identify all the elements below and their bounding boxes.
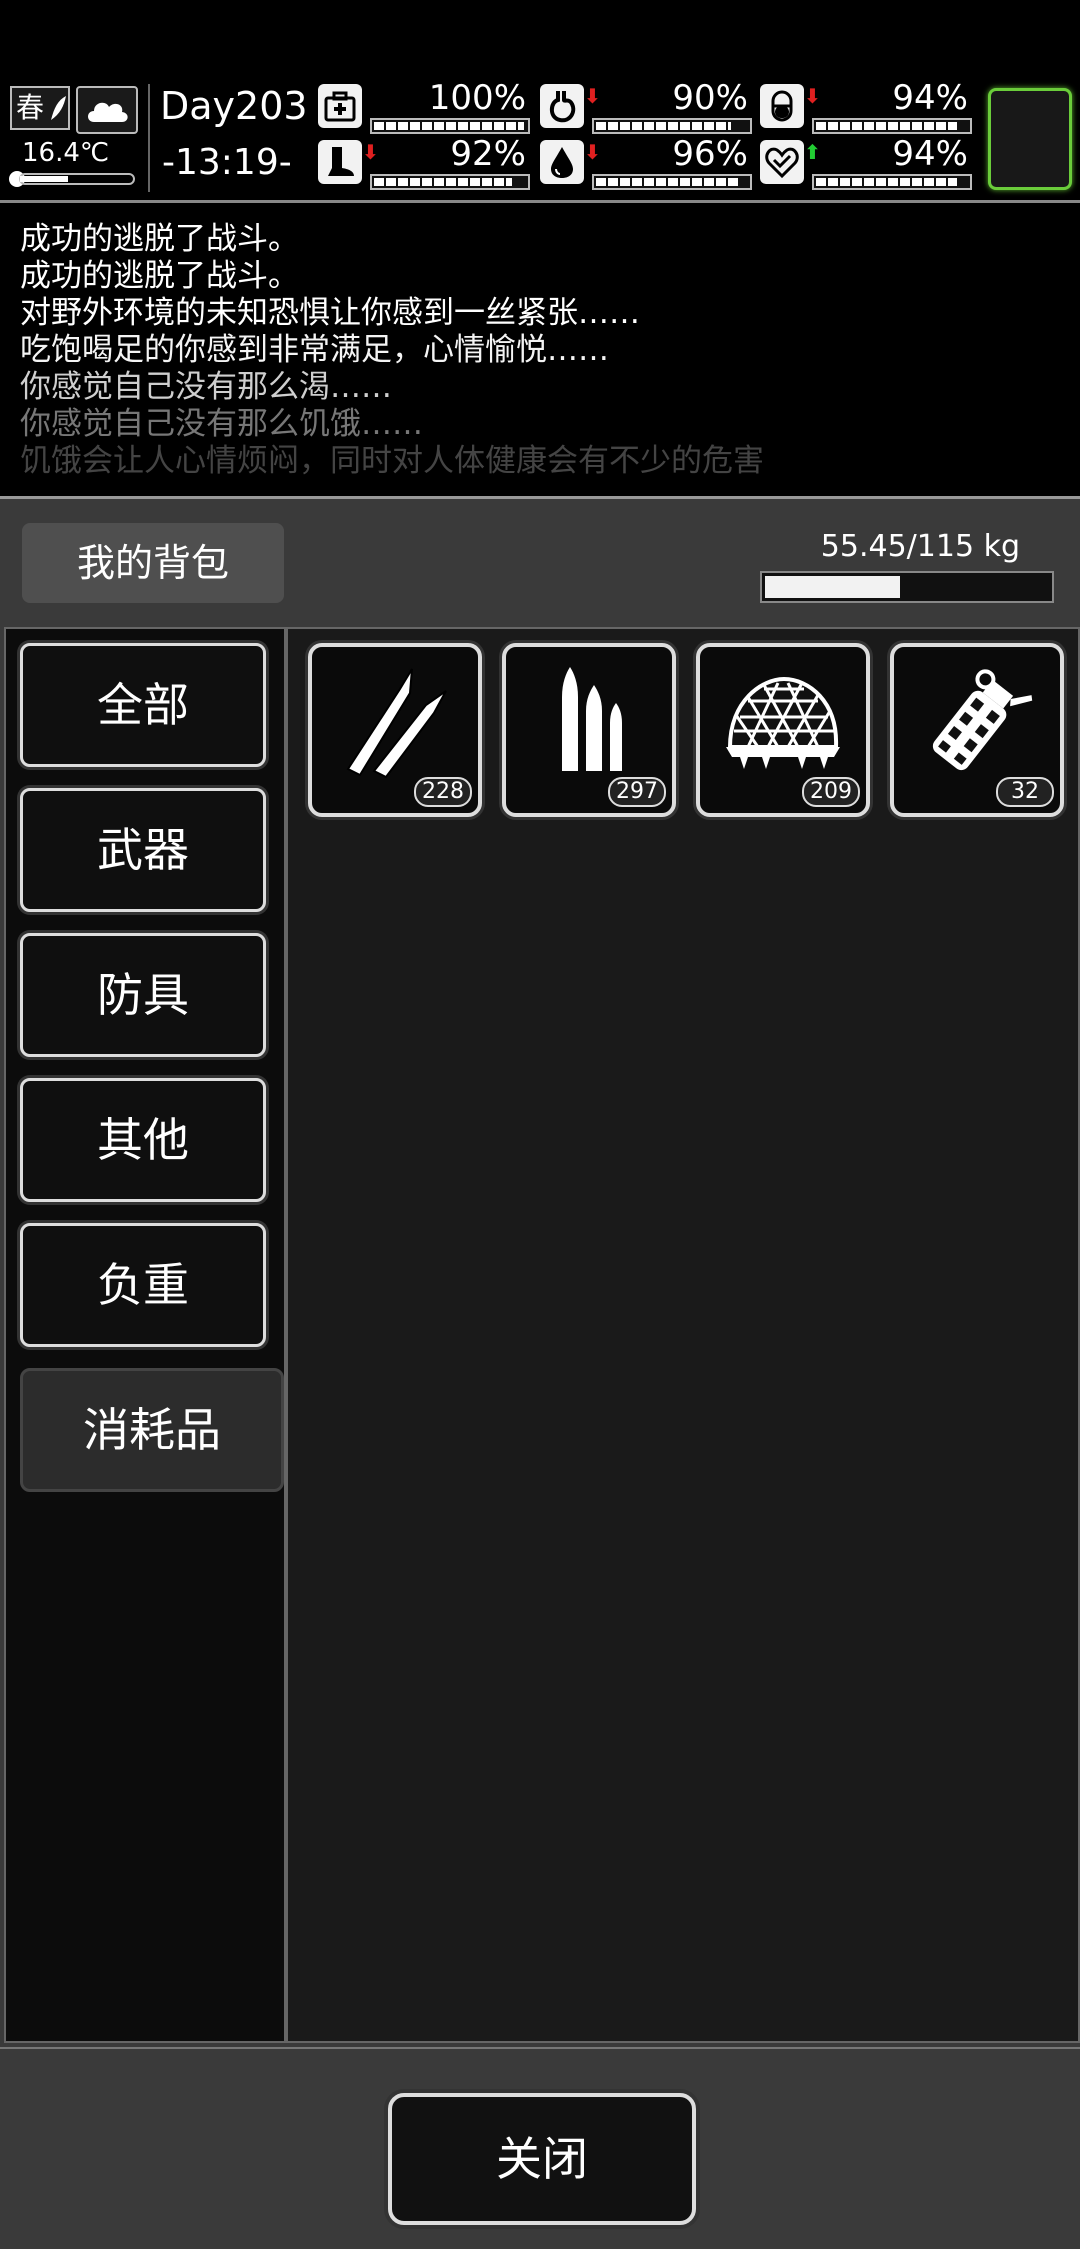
- category-tab-consumables[interactable]: 消耗品: [20, 1368, 284, 1492]
- heart-icon: [760, 140, 804, 184]
- stat-thirst: ⬇ 96%: [540, 134, 758, 190]
- stat-stamina: ⬇ 92%: [318, 134, 536, 190]
- water-drop-icon: [540, 140, 584, 184]
- item-count: 228: [414, 777, 472, 807]
- day-counter: Day203: [160, 84, 308, 128]
- backpack-title: 我的背包: [22, 523, 284, 603]
- category-tab-load[interactable]: 负重: [20, 1223, 266, 1347]
- arrow-down-icon: ⬇: [804, 84, 821, 108]
- inventory-panel: 我的背包 55.45/115 kg 全部 武器 防具 其他 负重 消耗品 228: [0, 496, 1080, 2249]
- arrow-down-icon: ⬇: [584, 84, 601, 108]
- weight-label: 55.45/115 kg: [820, 529, 1020, 564]
- item-slot[interactable]: 297: [502, 643, 676, 817]
- category-tab-all[interactable]: 全部: [20, 643, 266, 767]
- stat-bar: [592, 118, 752, 134]
- category-tab-weapons[interactable]: 武器: [20, 788, 266, 912]
- category-tab-other[interactable]: 其他: [20, 1078, 266, 1202]
- log-line: 你感觉自己没有那么饥饿……: [20, 406, 423, 442]
- arrow-down-icon: ⬇: [584, 140, 601, 164]
- log-line: 对野外环境的未知恐惧让你感到一丝紧张……: [20, 295, 640, 331]
- character-portrait-button[interactable]: [988, 88, 1072, 190]
- stat-bar: [592, 174, 752, 190]
- weight-bar-fill: [765, 576, 900, 598]
- camo-helmet-icon: [726, 676, 840, 769]
- stat-value: 96%: [672, 134, 748, 174]
- item-slot[interactable]: 32: [890, 643, 1064, 817]
- item-slot[interactable]: 209: [696, 643, 870, 817]
- message-log: 成功的逃脱了战斗。 成功的逃脱了战斗。 对野外环境的未知恐惧让你感到一丝紧张………: [0, 200, 1080, 495]
- bottom-bar: 关闭: [0, 2047, 1080, 2249]
- close-button[interactable]: 关闭: [388, 2093, 696, 2225]
- log-line: 成功的逃脱了战斗。: [20, 221, 299, 257]
- temperature-label: 16.4℃: [22, 138, 110, 168]
- weight-bar: [760, 571, 1054, 603]
- stat-health: 100%: [318, 78, 536, 134]
- stat-value: 94%: [892, 134, 968, 174]
- item-slot[interactable]: 228: [308, 643, 482, 817]
- item-grid: 228 297 209 32: [286, 627, 1080, 2043]
- stat-value: 100%: [428, 78, 526, 118]
- stat-value: 92%: [450, 134, 526, 174]
- stat-bar: [812, 174, 972, 190]
- stat-bar: [370, 174, 530, 190]
- stat-bar: [370, 118, 530, 134]
- grenade-icon: [932, 669, 1033, 771]
- thermometer-icon: [8, 170, 136, 188]
- item-count: 297: [608, 777, 666, 807]
- stat-hunger: ⬇ 90%: [540, 78, 758, 134]
- leaf-icon: [48, 86, 70, 130]
- pill-icon: [760, 84, 804, 128]
- stat-medicine: ⬇ 94%: [760, 78, 978, 134]
- category-tab-armor[interactable]: 防具: [20, 933, 266, 1057]
- stat-mood: ⬆ 94%: [760, 134, 978, 190]
- ammo-cartridges-icon: [562, 667, 622, 771]
- clock-time: -13:19-: [162, 142, 292, 183]
- weather-cloud-icon: [76, 86, 138, 134]
- arrow-down-icon: ⬇: [362, 140, 379, 164]
- stat-bar: [812, 118, 972, 134]
- log-line: 你感觉自己没有那么渴……: [20, 369, 392, 405]
- log-line: 吃饱喝足的你感到非常满足，心情愉悦……: [20, 332, 609, 368]
- arrow-up-icon: ⬆: [804, 140, 821, 164]
- item-count: 32: [996, 777, 1054, 807]
- log-line: 成功的逃脱了战斗。: [20, 258, 299, 294]
- foot-icon: [318, 140, 362, 184]
- log-line: 饥饿会让人心情烦闷，同时对人体健康会有不少的危害: [20, 443, 764, 479]
- rifle-bullets-icon: [346, 668, 447, 779]
- item-count: 209: [802, 777, 860, 807]
- stat-value: 90%: [672, 78, 748, 118]
- medkit-icon: [318, 84, 362, 128]
- status-hud: 春 16.4℃ Day203 -13:19- 100% ⬇ 90% ⬇ 94% …: [0, 78, 1080, 198]
- stomach-icon: [540, 84, 584, 128]
- season-indicator: 春: [10, 86, 50, 130]
- hud-divider: [148, 84, 150, 192]
- category-sidebar: 全部 武器 防具 其他 负重 消耗品: [4, 627, 286, 2043]
- stat-value: 94%: [892, 78, 968, 118]
